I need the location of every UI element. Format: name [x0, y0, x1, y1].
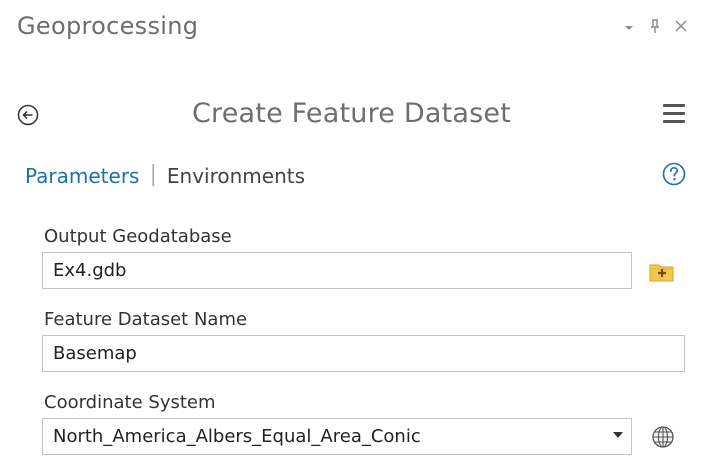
chevron-down-icon[interactable] [613, 432, 623, 438]
tab-parameters[interactable]: Parameters [25, 164, 139, 188]
feature-dataset-name-label: Feature Dataset Name [44, 309, 248, 330]
output-geodatabase-value: Ex4.gdb [53, 260, 127, 281]
options-dropdown-icon[interactable] [621, 19, 637, 37]
coordinate-system-label: Coordinate System [44, 392, 216, 413]
pin-icon[interactable] [647, 18, 663, 38]
pane-controls [621, 18, 689, 38]
feature-dataset-name-value: Basemap [53, 343, 137, 364]
coordinate-system-value: North_America_Albers_Equal_Area_Conic [53, 426, 421, 447]
tab-separator: | [149, 162, 157, 187]
coordinate-system-select[interactable]: North_America_Albers_Equal_Area_Conic [42, 418, 632, 455]
close-icon[interactable] [673, 19, 689, 37]
tab-environments[interactable]: Environments [167, 164, 305, 188]
feature-dataset-name-input[interactable]: Basemap [42, 335, 685, 372]
output-geodatabase-label: Output Geodatabase [44, 226, 232, 247]
help-icon[interactable] [662, 162, 686, 186]
geoprocessing-pane: Geoprocessing Create Feature Dataset Par… [0, 0, 703, 473]
tab-bar: Parameters | Environments [25, 162, 305, 188]
output-geodatabase-input[interactable]: Ex4.gdb [42, 252, 632, 289]
pane-title: Geoprocessing [17, 12, 199, 40]
globe-icon[interactable] [651, 425, 675, 453]
browse-folder-icon[interactable] [648, 260, 676, 288]
tool-title: Create Feature Dataset [191, 98, 512, 129]
hamburger-menu-icon[interactable] [663, 104, 685, 124]
